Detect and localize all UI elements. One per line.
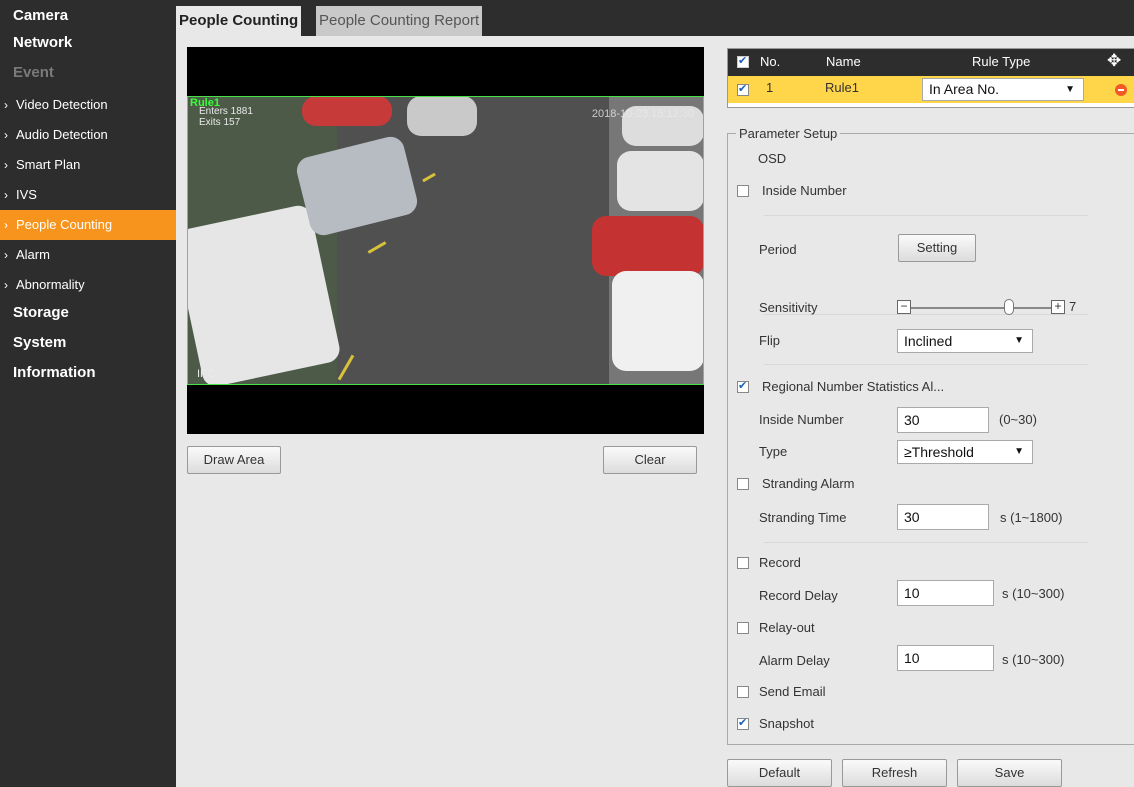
sidebar-category-camera[interactable]: Camera — [0, 0, 176, 30]
osd-exits: Exits 157 — [199, 117, 241, 128]
stranding-alarm-label: Stranding Alarm — [762, 476, 855, 491]
draw-area-button[interactable]: Draw Area — [187, 446, 281, 474]
rule-no: 1 — [766, 80, 774, 95]
divider — [764, 542, 1088, 543]
tab-people-counting-report[interactable]: People Counting Report — [316, 6, 483, 36]
dropdown-arrow-icon: ▼ — [1014, 446, 1024, 457]
type-select[interactable]: ≥Threshold ▼ — [897, 440, 1033, 464]
parameter-setup-panel: Parameter Setup OSD Inside Number Period… — [727, 126, 1134, 745]
record-delay-label: Record Delay — [759, 588, 838, 603]
sensitivity-label: Sensitivity — [759, 300, 818, 315]
column-header-no: No. — [760, 54, 781, 69]
record-delay-range: s (10~300) — [1002, 586, 1065, 601]
regional-number-statistics-checkbox[interactable] — [737, 379, 749, 393]
sensitivity-decrease-button[interactable]: − — [897, 300, 911, 314]
default-button[interactable]: Default — [727, 759, 832, 787]
tab-people-counting[interactable]: People Counting — [176, 6, 302, 36]
clear-button[interactable]: Clear — [603, 446, 697, 474]
osd-enters: Enters 1881 — [199, 106, 253, 117]
stranding-time-label: Stranding Time — [759, 510, 847, 525]
add-rule-icon[interactable]: ✥ — [1107, 51, 1121, 71]
video-preview[interactable]: Rule1 Enters 1881 Exits 157 2018-10-23 1… — [187, 47, 704, 434]
rule-enable-checkbox[interactable] — [737, 82, 749, 96]
rule-type-select[interactable]: In Area No. ▼ — [922, 78, 1084, 101]
send-email-checkbox[interactable] — [737, 686, 749, 698]
select-all-checkbox[interactable] — [737, 54, 749, 68]
stranding-time-range: s (1~1800) — [1000, 510, 1063, 525]
osd-label: OSD — [758, 151, 787, 166]
rules-table: No. Name Rule Type ✥ 1 Rule1 In Area No.… — [727, 48, 1134, 108]
type-label: Type — [759, 444, 788, 459]
record-delay-input[interactable]: 10 — [897, 580, 994, 606]
parameter-setup-legend: Parameter Setup — [736, 126, 841, 141]
period-label: Period — [759, 242, 797, 257]
chevron-right-icon: › — [4, 248, 8, 262]
osd-timestamp: 2018-10-23 15:12:30 — [591, 108, 694, 120]
delete-rule-icon[interactable] — [1115, 84, 1127, 96]
save-button[interactable]: Save — [957, 759, 1062, 787]
sidebar-item-video-detection[interactable]: › Video Detection — [0, 90, 176, 120]
record-label: Record — [759, 555, 801, 570]
chevron-right-icon: › — [4, 158, 8, 172]
sidebar-item-people-counting[interactable]: › People Counting — [0, 210, 176, 240]
sensitivity-slider-thumb[interactable] — [1004, 299, 1014, 315]
sensitivity-slider-track[interactable] — [911, 307, 1051, 309]
table-row[interactable]: 1 Rule1 In Area No.▼ — [728, 76, 1134, 103]
stranding-alarm-checkbox[interactable] — [737, 478, 749, 490]
sensitivity-increase-button[interactable]: + — [1051, 300, 1065, 314]
sidebar-item-audio-detection[interactable]: › Audio Detection — [0, 120, 176, 150]
divider — [764, 215, 1088, 216]
inside-number-threshold-label: Inside Number — [759, 412, 844, 427]
inside-number-input[interactable]: 30 — [897, 407, 989, 433]
chevron-right-icon: › — [4, 98, 8, 112]
sidebar: Camera Network Event › Video Detection › A… — [0, 0, 176, 787]
send-email-label: Send Email — [759, 684, 826, 699]
record-checkbox[interactable] — [737, 557, 749, 569]
divider — [764, 364, 1088, 365]
stranding-time-input[interactable]: 30 — [897, 504, 989, 530]
detection-area-outline[interactable] — [187, 96, 704, 385]
chevron-right-icon: › — [4, 218, 8, 232]
sensitivity-value: 7 — [1069, 299, 1077, 314]
sidebar-item-ivs[interactable]: › IVS — [0, 180, 176, 210]
sidebar-category-event[interactable]: Event — [0, 60, 176, 90]
alarm-delay-range: s (10~300) — [1002, 652, 1065, 667]
setting-button[interactable]: Setting — [898, 234, 976, 262]
column-header-name: Name — [826, 54, 861, 69]
chevron-right-icon: › — [4, 188, 8, 202]
rules-table-header: No. Name Rule Type ✥ — [728, 49, 1134, 76]
camera-scene: Rule1 Enters 1881 Exits 157 2018-10-23 1… — [187, 96, 704, 385]
relay-out-label: Relay-out — [759, 620, 815, 635]
snapshot-label: Snapshot — [759, 716, 814, 731]
sidebar-item-smart-plan[interactable]: › Smart Plan — [0, 150, 176, 180]
refresh-button[interactable]: Refresh — [842, 759, 947, 787]
flip-label: Flip — [759, 333, 780, 348]
tab-bar: People Counting People Counting Report — [176, 0, 1134, 36]
alarm-delay-input[interactable]: 10 — [897, 645, 994, 671]
sidebar-item-abnormality[interactable]: › Abnormality — [0, 270, 176, 300]
sidebar-category-storage[interactable]: Storage — [0, 300, 176, 330]
alarm-delay-label: Alarm Delay — [759, 653, 830, 668]
dropdown-arrow-icon: ▼ — [1065, 84, 1075, 95]
inside-number-checkbox-label: Inside Number — [762, 183, 847, 198]
inside-number-checkbox[interactable] — [737, 185, 749, 197]
osd-channel-label: IPC — [197, 368, 216, 380]
chevron-right-icon: › — [4, 278, 8, 292]
sidebar-category-network[interactable]: Network — [0, 30, 176, 60]
sidebar-category-system[interactable]: System — [0, 330, 176, 360]
snapshot-checkbox[interactable] — [737, 716, 749, 730]
relay-out-checkbox[interactable] — [737, 622, 749, 634]
chevron-right-icon: › — [4, 128, 8, 142]
sidebar-item-alarm[interactable]: › Alarm — [0, 240, 176, 270]
sidebar-category-information[interactable]: Information — [0, 360, 176, 390]
rule-name: Rule1 — [825, 80, 859, 95]
inside-number-range: (0~30) — [999, 412, 1037, 427]
column-header-rule-type: Rule Type — [972, 54, 1031, 69]
regional-number-statistics-label: Regional Number Statistics Al... — [762, 379, 945, 394]
dropdown-arrow-icon: ▼ — [1014, 335, 1024, 346]
flip-select[interactable]: Inclined ▼ — [897, 329, 1033, 353]
